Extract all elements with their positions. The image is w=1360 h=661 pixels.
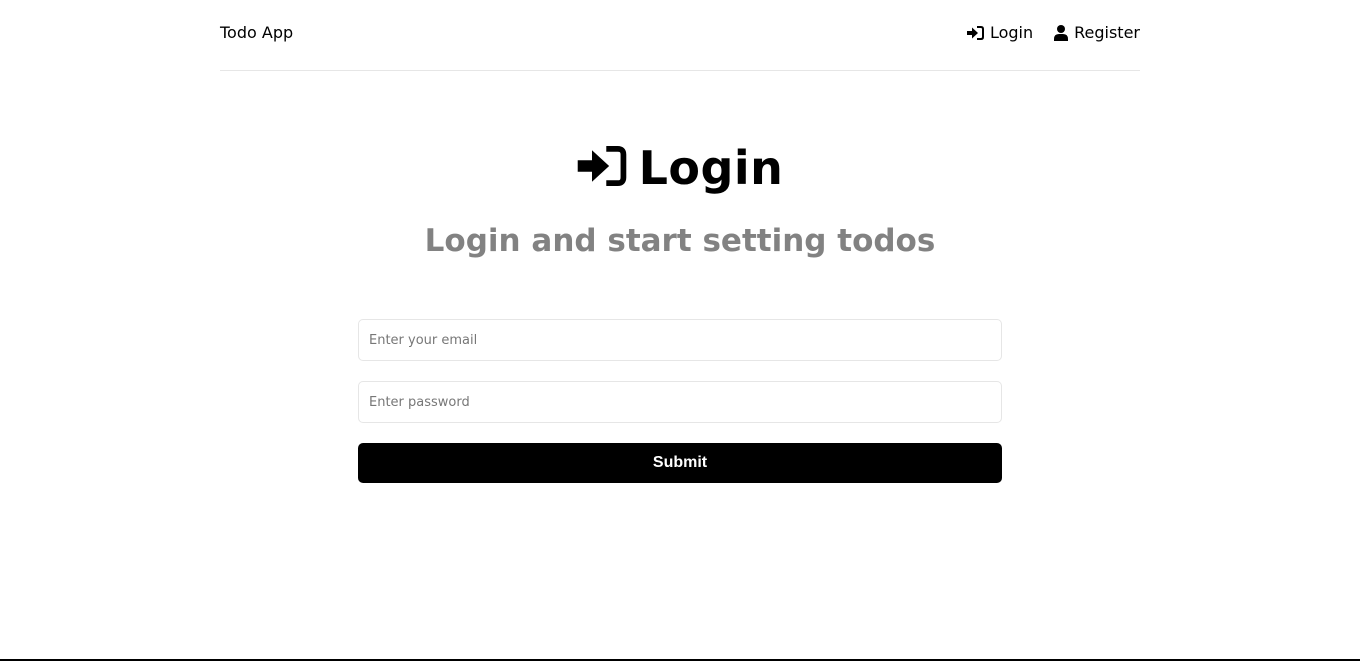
nav-login-label: Login (989, 23, 1034, 42)
nav-register-label: Register (1074, 23, 1140, 42)
brand-link[interactable]: Todo App (220, 22, 293, 44)
nav-login-link[interactable]: Login (966, 22, 1034, 44)
page-heading: Login (0, 138, 1360, 198)
page-title: Login (638, 141, 784, 195)
email-field[interactable] (358, 319, 1002, 361)
user-icon (1054, 25, 1069, 41)
submit-button[interactable]: Submit (358, 443, 1002, 483)
nav-register-link[interactable]: Register (1054, 22, 1140, 44)
nav-links: Login Register (966, 22, 1140, 44)
sign-in-icon (577, 146, 627, 190)
password-field[interactable] (358, 381, 1002, 423)
sign-in-icon (966, 26, 984, 40)
page-subtitle: Login and start setting todos (424, 223, 936, 259)
login-page: Todo App Login Register Login Login and … (0, 0, 1360, 661)
top-navbar: Todo App Login Register (220, 0, 1140, 71)
